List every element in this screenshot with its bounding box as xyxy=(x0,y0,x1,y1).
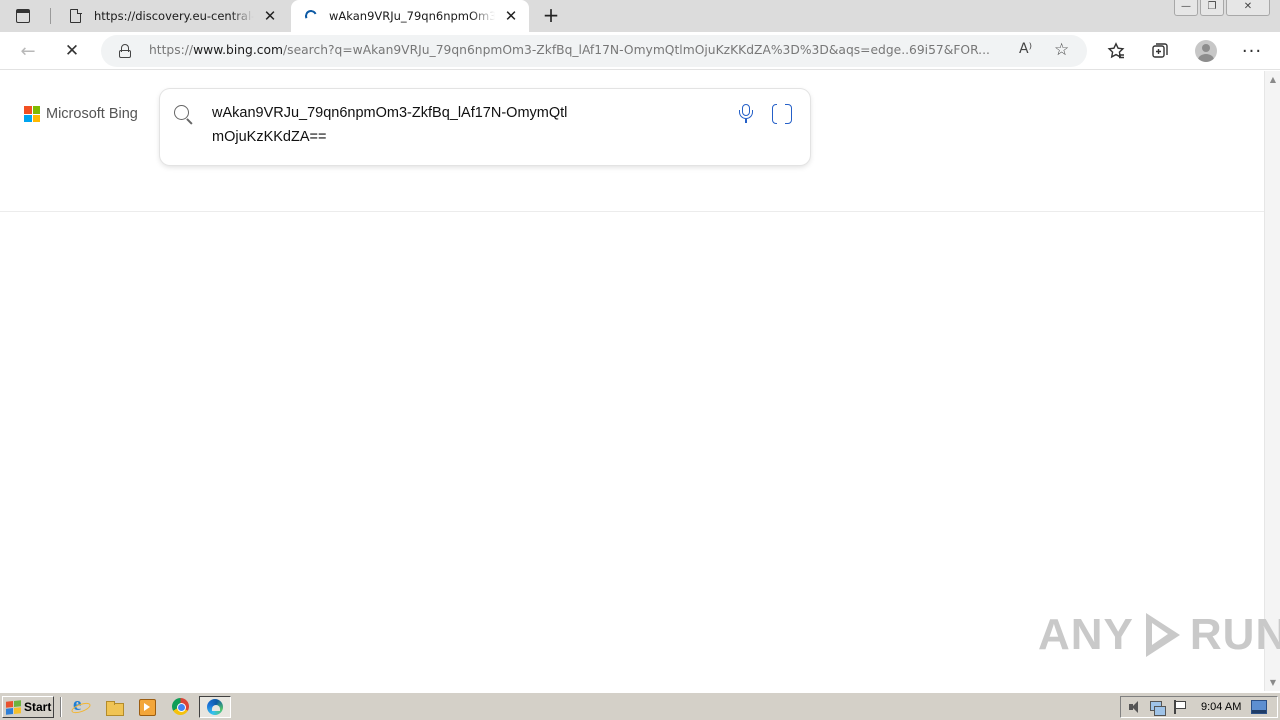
network-icon[interactable] xyxy=(1149,699,1166,716)
stop-loading-button[interactable]: ✕ xyxy=(58,37,86,65)
tab-close-button[interactable]: ✕ xyxy=(501,6,521,26)
url-host: www.bing.com xyxy=(193,43,284,57)
back-button[interactable]: ← xyxy=(14,37,42,65)
edge-icon xyxy=(207,699,223,715)
search-input[interactable]: wAkan9VRJu_79qn6npmOm3-ZkfBq_lAf17N-Omym… xyxy=(212,101,572,149)
window-close-button[interactable]: ✕ xyxy=(1226,0,1270,16)
logo-text: Microsoft Bing xyxy=(46,106,138,122)
page-scrollbar[interactable]: ▲ ▼ xyxy=(1264,71,1280,691)
page-content: Microsoft Bing wAkan9VRJu_79qn6npmOm3-Zk… xyxy=(0,71,1264,691)
play-icon xyxy=(1140,611,1184,659)
collections-icon[interactable] xyxy=(1146,37,1174,65)
start-label: Start xyxy=(24,700,52,714)
avatar xyxy=(1195,40,1217,62)
profile-button[interactable] xyxy=(1192,37,1220,65)
internet-explorer-icon[interactable] xyxy=(71,694,89,716)
action-center-flag-icon[interactable] xyxy=(1171,699,1187,715)
bing-logo[interactable]: Microsoft Bing xyxy=(24,105,138,123)
microphone-icon[interactable] xyxy=(738,104,754,124)
address-bar[interactable]: https://www.bing.com/search?q=wAkan9VRJu… xyxy=(101,35,1087,67)
lock-icon[interactable] xyxy=(119,44,131,58)
windows-logo-icon xyxy=(6,699,21,715)
anyrun-watermark: ANY RUN xyxy=(1038,610,1280,660)
more-menu-button[interactable]: ··· xyxy=(1238,37,1266,65)
loading-spinner-icon xyxy=(303,8,319,24)
tab-close-button[interactable]: ✕ xyxy=(260,6,280,26)
tab-strip: https://discovery.eu-central-1.frontdoor… xyxy=(0,0,1280,32)
tab-divider xyxy=(50,8,51,24)
favorites-icon[interactable] xyxy=(1102,37,1130,65)
taskbar: Start 9:04 AM xyxy=(0,692,1280,720)
browser-toolbar: ← ✕ https://www.bing.com/search?q=wAkan9… xyxy=(0,32,1280,70)
system-tray: 9:04 AM xyxy=(1120,696,1278,718)
add-favorite-icon[interactable]: ☆ xyxy=(1054,40,1069,60)
start-button[interactable]: Start xyxy=(2,696,54,718)
taskbar-edge-button[interactable] xyxy=(199,696,231,718)
tab-bing-search[interactable]: wAkan9VRJu_79qn6npmOm3-ZkfBq_lAf17N-Omym… xyxy=(291,0,529,32)
document-icon xyxy=(68,8,84,24)
volume-icon[interactable] xyxy=(1127,699,1143,715)
scroll-up-icon[interactable]: ▲ xyxy=(1268,75,1278,84)
taskbar-separator xyxy=(60,697,62,717)
scroll-down-icon[interactable]: ▼ xyxy=(1268,678,1278,687)
minimize-button[interactable]: — xyxy=(1174,0,1198,16)
header-divider xyxy=(0,211,1264,212)
media-player-icon[interactable] xyxy=(138,698,156,716)
restore-button[interactable]: ❐ xyxy=(1200,0,1224,16)
file-explorer-icon[interactable] xyxy=(105,698,124,716)
window-controls: — ❐ ✕ xyxy=(1174,0,1270,18)
tab-actions-button[interactable] xyxy=(14,7,32,25)
url-text[interactable]: https://www.bing.com/search?q=wAkan9VRJu… xyxy=(149,43,1007,57)
chrome-icon[interactable] xyxy=(172,698,190,716)
watermark-text-right: RUN xyxy=(1189,610,1280,659)
url-path: /search?q=wAkan9VRJu_79qn6npmOm3-ZkfBq_l… xyxy=(283,43,990,57)
tab-title: https://discovery.eu-central-1.frontdoor… xyxy=(94,9,254,23)
search-icon[interactable] xyxy=(174,105,194,125)
show-desktop-icon[interactable] xyxy=(1251,700,1268,714)
visual-search-icon[interactable] xyxy=(772,102,792,124)
search-box[interactable]: wAkan9VRJu_79qn6npmOm3-ZkfBq_lAf17N-Omym… xyxy=(160,89,810,165)
clock[interactable]: 9:04 AM xyxy=(1201,701,1241,713)
tab-actions-icon xyxy=(16,9,30,23)
read-aloud-icon[interactable]: A⁾ xyxy=(1019,41,1032,57)
tab-title: wAkan9VRJu_79qn6npmOm3-ZkfBq_lAf17N-Omym… xyxy=(329,9,495,23)
microsoft-logo-icon xyxy=(24,106,40,122)
tab-discovery[interactable]: https://discovery.eu-central-1.frontdoor… xyxy=(56,0,288,32)
watermark-text-left: ANY xyxy=(1038,610,1134,659)
url-scheme: https:// xyxy=(149,43,194,57)
new-tab-button[interactable]: + xyxy=(540,5,562,27)
